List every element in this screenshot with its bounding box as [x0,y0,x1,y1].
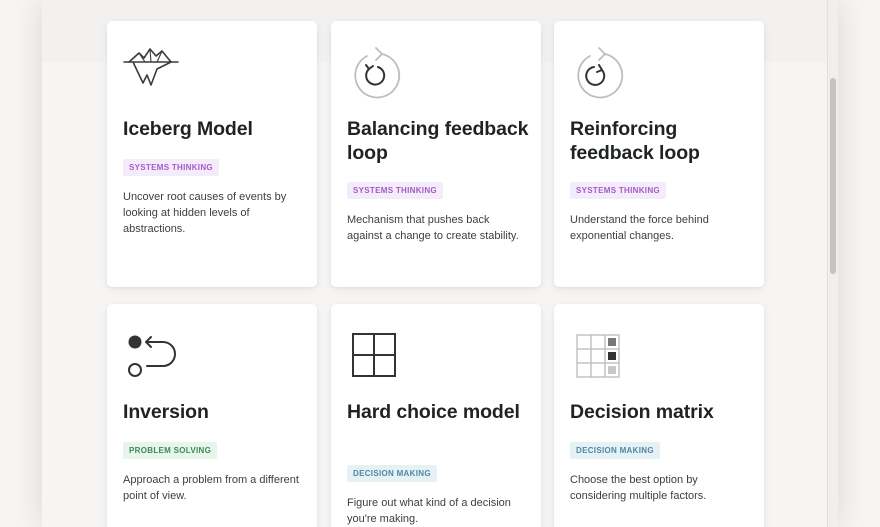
card-title: Reinforcing feedback loop [570,118,700,164]
card-description: Figure out what kind of a decision you'r… [347,497,511,525]
card-title: Iceberg Model [123,118,253,140]
app-window: Iceberg Model SYSTEMS THINKING Uncover r… [42,0,838,527]
card-description: Uncover root causes of events by looking… [123,191,287,235]
card-title: Inversion [123,401,209,423]
inversion-icon [123,328,179,384]
card-iceberg-model[interactable]: Iceberg Model SYSTEMS THINKING Uncover r… [107,21,317,287]
iceberg-icon [123,45,179,101]
decision-matrix-icon [570,328,626,384]
card-description: Understand the force behind exponential … [570,214,709,242]
card-description: Mechanism that pushes back against a cha… [347,214,519,242]
card-hard-choice-model[interactable]: Hard choice model DECISION MAKING Figure… [331,304,541,527]
category-tag: SYSTEMS THINKING [570,182,666,199]
card-decision-matrix[interactable]: Decision matrix DECISION MAKING Choose t… [554,304,764,527]
reinforcing-loop-icon [570,45,626,101]
scrollbar-thumb[interactable] [830,78,836,274]
card-balancing-feedback-loop[interactable]: Balancing feedback loop SYSTEMS THINKING… [331,21,541,287]
category-tag: PROBLEM SOLVING [123,442,218,459]
card-reinforcing-feedback-loop[interactable]: Reinforcing feedback loop SYSTEMS THINKI… [554,21,764,287]
balancing-loop-icon [347,45,403,101]
grid-icon [347,328,403,384]
category-tag: SYSTEMS THINKING [347,182,443,199]
card-title: Balancing feedback loop [347,118,529,164]
card-description: Approach a problem from a different poin… [123,474,299,502]
card-inversion[interactable]: Inversion PROBLEM SOLVING Approach a pro… [107,304,317,527]
category-tag: SYSTEMS THINKING [123,159,219,176]
vertical-scrollbar[interactable] [827,0,838,527]
card-description: Choose the best option by considering mu… [570,474,707,502]
card-title: Hard choice model [347,401,520,423]
card-title: Decision matrix [570,401,714,423]
category-tag: DECISION MAKING [570,442,660,459]
category-tag: DECISION MAKING [347,465,437,482]
